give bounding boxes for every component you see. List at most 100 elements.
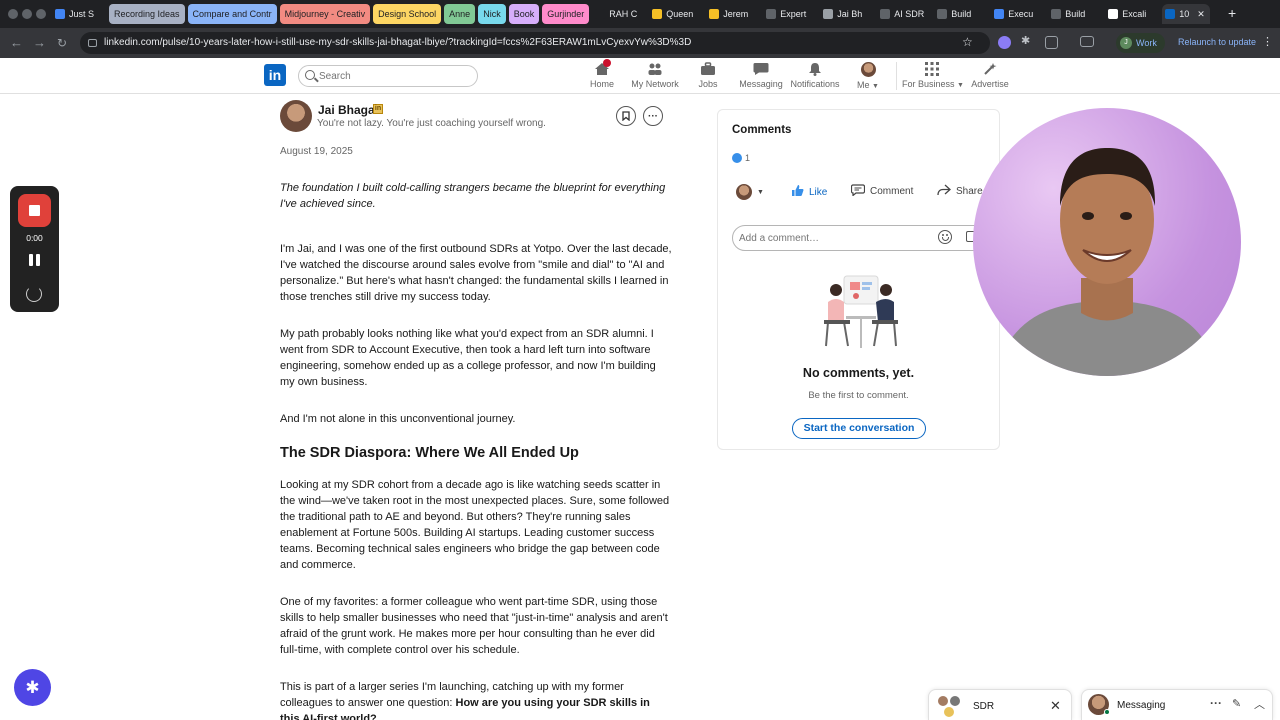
share-button[interactable]: Share [937,184,983,199]
tab-label: Gurjinder [547,9,585,19]
forward-icon[interactable]: → [33,34,46,52]
empty-comments-illustration [816,268,906,354]
nav-my-network[interactable]: My Network [627,62,683,89]
save-article-button[interactable] [616,106,636,126]
more-icon[interactable]: ··· [1210,696,1222,710]
messaging-bar[interactable]: Messaging ··· ✎ ︿ [1081,689,1273,720]
browser-tab[interactable]: Midjourney - Creativ [279,4,371,24]
author-avatar[interactable] [280,100,312,132]
assistant-gear-icon[interactable]: ✱ [14,669,51,706]
browser-tab[interactable]: AI SDR [877,4,931,24]
browser-tab[interactable]: Build [934,4,988,24]
browser-tab[interactable]: Excali [1105,4,1159,24]
pause-icon[interactable] [29,254,40,266]
nav-for-business[interactable]: For Business ▼ [902,62,964,89]
me-avatar [860,62,876,77]
new-tab-icon[interactable]: + [1228,4,1236,22]
tab-label: Expert [780,9,807,19]
nav-advertise[interactable]: Advertise [962,62,1018,89]
linkedin-logo[interactable]: in [264,64,286,86]
close-tab-icon[interactable]: ✕ [1197,9,1205,20]
screen-recorder-widget: 0:00 [10,186,59,312]
site-info-icon[interactable] [88,39,97,47]
briefcase-icon [700,62,716,76]
browser-tab[interactable]: Expert [763,4,817,24]
browser-tab[interactable]: Book [508,4,540,24]
browser-tab[interactable]: Just S [52,4,106,24]
chevron-up-icon[interactable]: ︿ [1254,696,1265,712]
like-button[interactable]: Like [791,184,827,200]
author-name[interactable]: Jai Bhagat [318,103,379,117]
restart-icon[interactable] [26,286,42,302]
more-options-button[interactable]: ··· [643,106,663,126]
url-text[interactable]: linkedin.com/pulse/10-years-later-how-i-… [104,32,691,54]
browser-tab[interactable]: RAH C [592,4,646,24]
tab-favicon-icon [652,9,663,19]
article-paragraph: I'm Jai, and I was one of the first outb… [280,243,672,303]
comment-icon [850,184,866,199]
profile-chip[interactable]: J Work [1116,33,1165,53]
chevron-down-icon: ▼ [872,83,879,90]
comment-input[interactable] [739,230,929,246]
stop-recording-button[interactable] [18,194,51,227]
compose-icon[interactable]: ✎ [1232,697,1241,710]
nav-notifications[interactable]: Notifications [787,62,843,89]
sdr-chat-bar[interactable]: SDR ✕ [928,689,1072,720]
window-zoom-dot[interactable] [36,9,46,19]
ellipsis-icon: ··· [648,110,658,122]
address-bar[interactable]: linkedin.com/pulse/10-years-later-how-i-… [80,32,990,54]
close-icon[interactable]: ✕ [1050,698,1061,714]
browser-tab[interactable]: Recording Ideas [109,4,185,24]
comment-button[interactable]: Comment [850,184,913,199]
publish-date: August 19, 2025 [280,146,353,157]
nav-for-business-label: For Business ▼ [902,79,964,89]
browser-tab[interactable]: Nick [478,4,506,24]
comments-title: Comments [732,124,792,136]
comments-panel: Comments 1 ▼ Like Comment Share Add a co… [717,109,1000,450]
search-input[interactable] [319,68,469,84]
start-conversation-button[interactable]: Start the conversation [792,418,926,439]
webcam-bubble[interactable] [973,108,1241,376]
reaction-avatar-selector[interactable]: ▼ [736,184,764,200]
article-paragraph: My path probably looks nothing like what… [280,328,656,388]
browser-tab[interactable]: 10 ✕ [1162,4,1211,24]
bookmark-star-icon[interactable]: ☆ [962,35,973,49]
reload-icon[interactable]: ↻ [57,34,67,52]
browser-tab[interactable]: Design School [373,4,442,24]
browser-tab[interactable]: Queen [649,4,703,24]
window-minimize-dot[interactable] [22,9,32,19]
browser-tab[interactable]: Jerem [706,4,760,24]
nav-home[interactable]: Home [574,59,630,89]
browser-tab[interactable]: Gurjinder [542,4,590,24]
reaction-count[interactable]: 1 [745,153,750,163]
extension-icon[interactable] [998,36,1011,49]
browser-tab[interactable]: Build [1048,4,1102,24]
comment-box[interactable] [732,225,992,251]
nav-jobs[interactable]: Jobs [680,62,736,89]
relaunch-button[interactable]: Relaunch to update [1178,37,1256,47]
thumbs-up-icon [791,184,804,200]
like-reaction-icon[interactable] [732,153,742,163]
browser-menu-icon[interactable]: ⋮ [1262,35,1273,48]
tab-label: Jerem [723,9,749,19]
nav-home-label: Home [589,79,614,89]
tab-label: Build [951,9,972,19]
tab-label: Recording Ideas [114,9,180,19]
browser-tab[interactable]: Jai Bh [820,4,874,24]
extension-gear-icon[interactable]: ✱ [1021,35,1034,48]
advertise-icon [982,62,998,76]
nav-messaging[interactable]: Messaging [733,62,789,89]
nav-messaging-label: Messaging [739,79,783,89]
no-comments-title: No comments, yet. [802,366,915,380]
side-panel-icon[interactable] [1080,36,1094,47]
browser-tab[interactable]: Compare and Contr [187,4,277,24]
browser-tab[interactable]: Execu [991,4,1045,24]
window-close-dot[interactable] [8,9,18,19]
search-box[interactable] [298,65,478,87]
back-icon[interactable]: ← [10,34,23,52]
nav-me[interactable]: Me ▼ [840,62,896,90]
emoji-icon[interactable] [938,230,952,244]
extensions-puzzle-icon[interactable] [1045,36,1058,49]
article-paragraph: One of my favorites: a former colleague … [280,596,668,656]
browser-tab[interactable]: Anne [444,4,476,24]
